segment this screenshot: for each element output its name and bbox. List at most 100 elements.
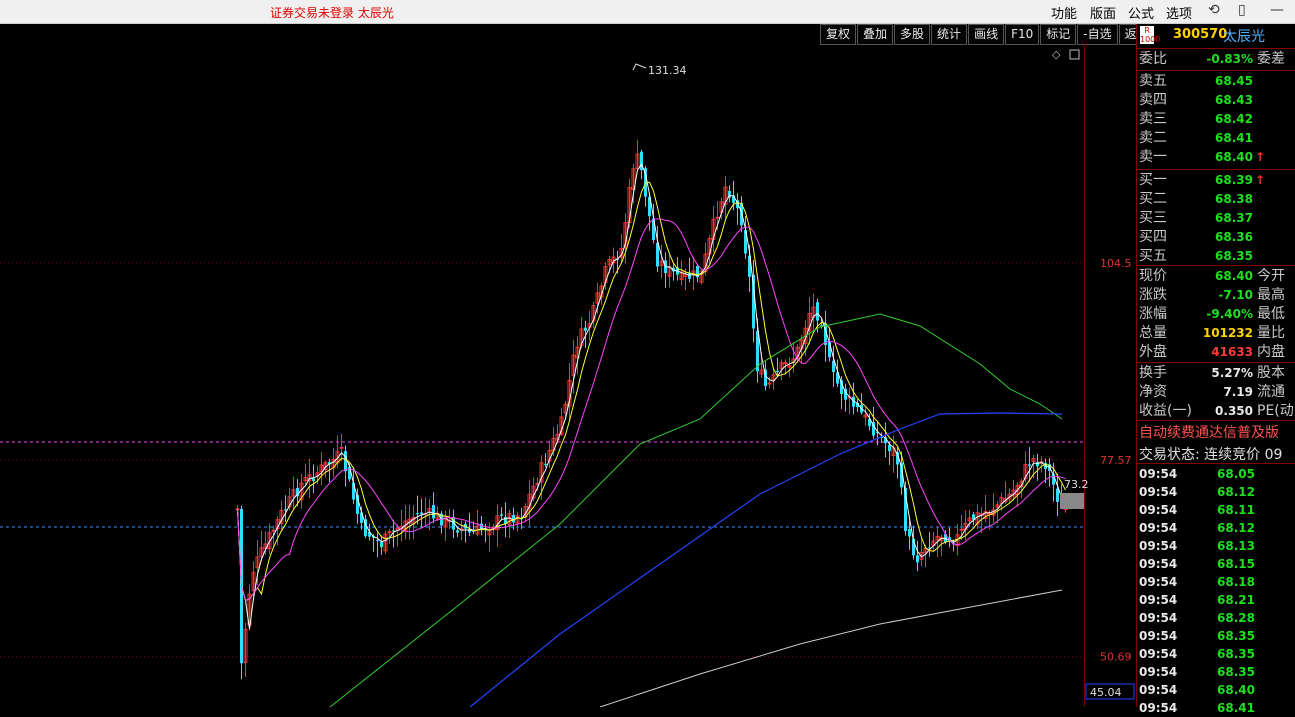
ask-price: 68.40 [1215,150,1253,164]
stat-label2: 今开 [1257,268,1285,284]
multi-stock-button[interactable]: 多股 [894,24,931,45]
bottom-value-label: 45.04 [1090,686,1122,699]
ask-price: 68.42 [1215,112,1253,126]
fund-value: 0.350 [1215,404,1253,418]
tick-price: 68.11 [1217,503,1255,517]
statistics-button[interactable]: 统计 [931,24,968,45]
trade-status: 交易状态: 连续竞价 09 [1139,447,1283,463]
minimize-icon[interactable]: — [1270,2,1284,18]
tick-price: 68.35 [1217,647,1255,661]
bid-row: 买三 68.37 [1137,209,1295,228]
restore-right-button[interactable]: 复权 [820,24,857,45]
ma5-line [237,163,1066,629]
mark-button[interactable]: 标记 [1040,24,1077,45]
stock-code: 300570 [1173,27,1228,42]
menu-formula[interactable]: 公式 [1128,3,1154,22]
tick-row: 09:54 68.35 [1137,627,1295,645]
title-bar: 证券交易未登录 太辰光 功能 版面 公式 选项 ⟲ ▯ — [0,0,1295,24]
peak-marker [632,63,647,71]
menu-options[interactable]: 选项 [1166,3,1192,22]
refresh-icon[interactable]: ⟲ [1208,2,1220,18]
phone-icon[interactable]: ▯ [1238,2,1246,18]
f10-button[interactable]: F10 [1005,24,1040,45]
candle-body [1056,488,1059,502]
candle-body [344,451,347,472]
tick-row: 09:54 68.15 [1137,555,1295,573]
bid-row: 买四 68.36 [1137,228,1295,247]
candle-body [544,463,547,465]
bid-price: 68.37 [1215,211,1253,225]
tick-price: 68.12 [1217,521,1255,535]
menu-layout[interactable]: 版面 [1090,3,1116,22]
tick-price: 68.35 [1217,665,1255,679]
candle-body [776,370,779,373]
tick-time: 09:54 [1139,647,1178,661]
ask-label: 卖四 [1139,92,1167,108]
tick-row: 09:54 68.40 [1137,681,1295,699]
fund-label2: PE(动 [1257,403,1294,419]
tick-row: 09:54 68.41 [1137,699,1295,717]
axis-tick-label: 104.5 [1100,257,1132,270]
stat-label: 外盘 [1139,344,1167,360]
candle-body [380,541,383,548]
candle-body [888,445,891,452]
tick-price: 68.40 [1217,683,1255,697]
up-arrow-icon: ↑ [1255,173,1266,187]
tick-row: 09:54 68.12 [1137,519,1295,537]
stat-value: -7.10 [1218,288,1253,302]
tick-row: 09:54 68.18 [1137,573,1295,591]
tick-time: 09:54 [1139,611,1178,625]
overlay-button[interactable]: 叠加 [857,24,894,45]
fund-label2: 流通 [1257,384,1285,400]
stat-label: 涨幅 [1139,306,1167,322]
candle-body [512,514,515,523]
tick-time: 09:54 [1139,665,1178,679]
ask-row: 卖三 68.42 [1137,110,1295,129]
stat-value: 68.40 [1215,269,1253,283]
candle-body [1028,464,1031,466]
login-status: 证券交易未登录 太辰光 [270,6,394,20]
current-price-box [1060,493,1084,509]
tick-price: 68.12 [1217,485,1255,499]
candle-body [816,302,819,321]
candle-body [767,382,772,385]
current-price-label: 73.2 [1064,478,1089,491]
tick-time: 09:54 [1139,683,1178,697]
tick-time: 09:54 [1139,593,1178,607]
bid-label: 买一 [1139,172,1167,188]
tick-price: 68.28 [1217,611,1255,625]
bid-label: 买二 [1139,191,1167,207]
candle-body [387,531,392,534]
tick-row: 09:54 68.35 [1137,663,1295,681]
fund-row: 换手 5.27% 股本 [1137,364,1295,383]
stat-label2: 最高 [1257,287,1285,303]
auto-renew-notice[interactable]: 自动续费通达信普及版 [1139,422,1279,442]
peak-label: 131.34 [648,64,687,77]
candle-body [420,512,423,515]
fund-label: 收益(一) [1139,403,1192,419]
bid-label: 买四 [1139,229,1167,245]
stat-label: 总量 [1139,325,1167,341]
candle-body [500,514,503,516]
weibi-row: 委比 -0.83% 委差 [1139,51,1285,67]
candle-body [271,529,276,532]
stat-label2: 最低 [1257,306,1285,322]
stat-value: 101232 [1202,326,1253,340]
stat-label: 涨跌 [1139,287,1167,303]
bid-price: 68.35 [1215,249,1253,263]
draw-line-button[interactable]: 画线 [968,24,1005,45]
stat-row: 涨跌 -7.10 最高 [1137,286,1295,305]
candle-body [392,530,395,532]
tick-price: 68.35 [1217,629,1255,643]
axis-tick-label: 50.69 [1100,651,1132,664]
menu-function[interactable]: 功能 [1051,3,1077,22]
quote-panel: R 1000 300570 太辰光 委比 -0.83% 委差 卖五 68.45 卖四 6… [1136,24,1295,715]
fund-value: 5.27% [1211,366,1253,380]
tick-time: 09:54 [1139,575,1178,589]
candle-body [688,273,691,279]
candlestick-chart[interactable]: 104.5 77.57 50.69 ◇ 131.34 73.2 45.04 [0,44,1136,707]
candle-body [339,446,344,449]
stock-name: 太辰光 [1223,29,1265,45]
remove-watchlist-button[interactable]: -自选 [1077,24,1118,45]
chart-grid [0,44,1085,707]
